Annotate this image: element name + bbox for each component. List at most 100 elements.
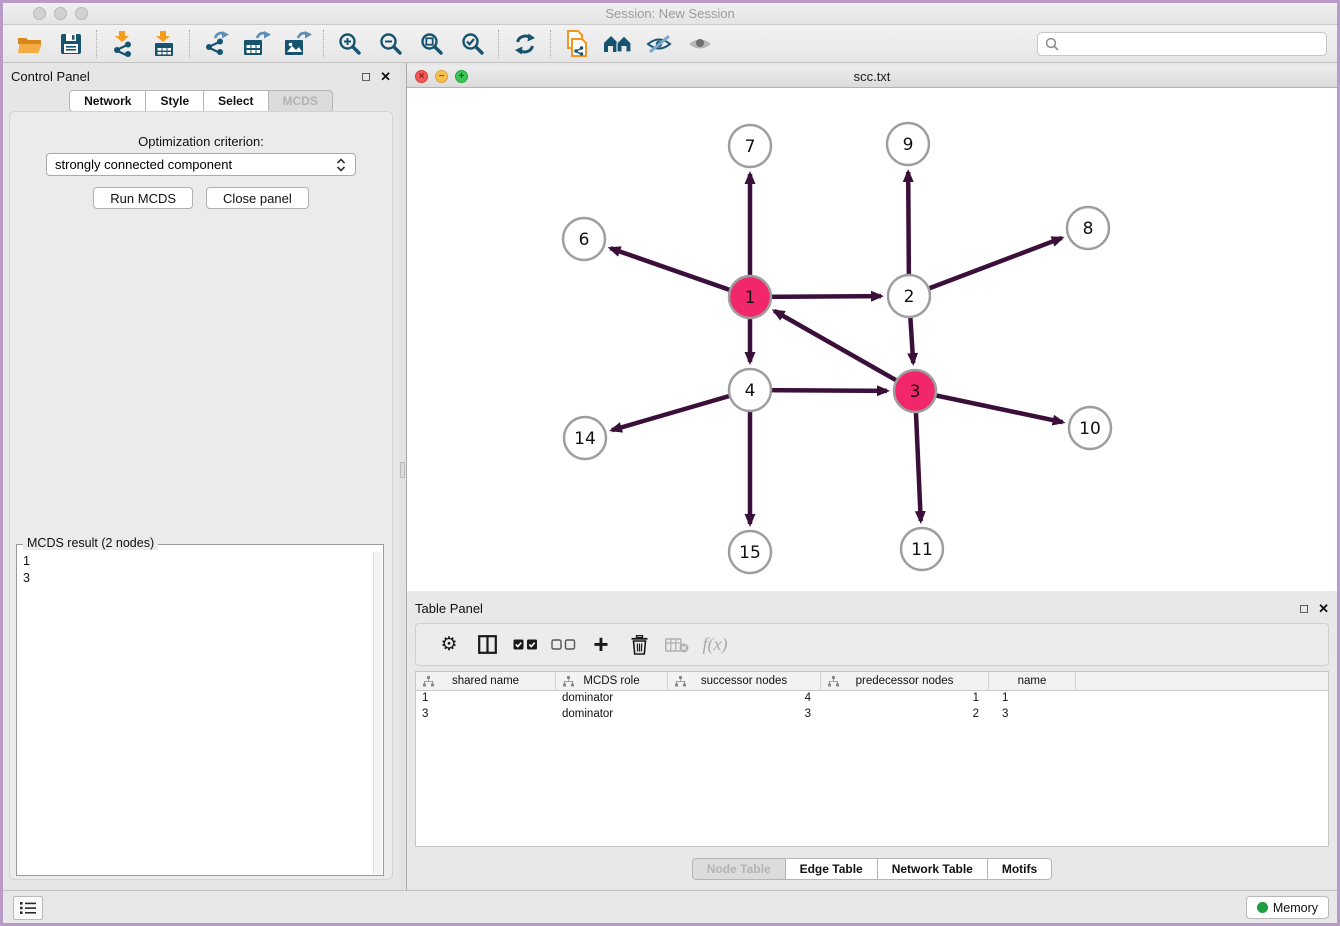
- export-image-button[interactable]: [277, 28, 318, 60]
- svg-text:7: 7: [745, 137, 756, 157]
- table-settings-button[interactable]: ⚙: [430, 633, 468, 656]
- float-table-panel-icon[interactable]: ◻: [1299, 602, 1309, 614]
- cell-mcds-role[interactable]: dominator: [556, 707, 668, 723]
- mcds-result-text[interactable]: 1 3: [19, 551, 371, 873]
- task-history-button[interactable]: [13, 896, 43, 920]
- zoom-in-button[interactable]: [329, 28, 370, 60]
- close-network-button[interactable]: ×: [415, 70, 428, 83]
- search-field[interactable]: [1037, 32, 1327, 56]
- column-header-mcds-role[interactable]: MCDS role: [556, 672, 668, 690]
- tab-style[interactable]: Style: [146, 90, 204, 112]
- graph-node-10[interactable]: 10: [1069, 407, 1111, 449]
- first-neighbors-button[interactable]: [597, 28, 638, 60]
- graph-node-4[interactable]: 4: [729, 369, 771, 411]
- tab-motifs[interactable]: Motifs: [988, 858, 1052, 880]
- tab-select[interactable]: Select: [204, 90, 268, 112]
- graph-node-3[interactable]: 3: [894, 370, 936, 412]
- network-canvas[interactable]: 7 9 6 8 1 2 4 3 14 10 15 11: [407, 88, 1337, 591]
- close-table-panel-icon[interactable]: ✕: [1318, 602, 1329, 615]
- criterion-dropdown[interactable]: strongly connected component: [46, 153, 356, 176]
- cell-predecessor-nodes[interactable]: 2: [821, 707, 989, 723]
- cell-name[interactable]: 1: [989, 691, 1076, 707]
- titlebar: Session: New Session: [3, 3, 1337, 25]
- close-panel-icon[interactable]: ✕: [380, 70, 391, 83]
- edge-2-8[interactable]: [909, 238, 1062, 296]
- run-mcds-button[interactable]: Run MCDS: [93, 187, 193, 209]
- zoom-selected-button[interactable]: [452, 28, 493, 60]
- memory-label: Memory: [1273, 901, 1318, 915]
- table-toolbar: ⚙ +: [415, 623, 1329, 666]
- save-session-button[interactable]: [50, 28, 91, 60]
- column-header-predecessor-nodes[interactable]: predecessor nodes: [821, 672, 989, 690]
- tab-network[interactable]: Network: [69, 90, 146, 112]
- column-label: name: [1018, 675, 1047, 687]
- splitter-grip[interactable]: [400, 462, 405, 478]
- cell-successor-nodes[interactable]: 4: [668, 691, 821, 707]
- cell-successor-nodes[interactable]: 3: [668, 707, 821, 723]
- clone-network-icon: [565, 30, 589, 58]
- edge-3-10[interactable]: [915, 391, 1063, 422]
- maximize-window-button[interactable]: [75, 7, 88, 20]
- float-panel-icon[interactable]: ◻: [361, 70, 371, 82]
- column-header-name[interactable]: name: [989, 672, 1076, 690]
- export-table-button[interactable]: [236, 28, 277, 60]
- graph-node-11[interactable]: 11: [901, 528, 943, 570]
- cell-shared-name[interactable]: 1: [416, 691, 556, 707]
- delete-column-button[interactable]: [620, 635, 658, 655]
- add-column-button[interactable]: +: [582, 629, 620, 660]
- tab-node-table[interactable]: Node Table: [692, 858, 786, 880]
- graph-node-1[interactable]: 1: [729, 276, 771, 318]
- show-columns-button[interactable]: [468, 635, 506, 654]
- memory-status-icon: [1257, 902, 1268, 913]
- column-header-shared-name[interactable]: shared name: [416, 672, 556, 690]
- minimize-network-button[interactable]: −: [435, 70, 448, 83]
- memory-button[interactable]: Memory: [1246, 896, 1329, 919]
- window-title: Session: New Session: [605, 6, 734, 21]
- tab-mcds[interactable]: MCDS: [269, 90, 333, 112]
- svg-text:4: 4: [745, 381, 756, 401]
- select-all-button[interactable]: [506, 639, 544, 650]
- graph-node-8[interactable]: 8: [1067, 207, 1109, 249]
- network-graph[interactable]: 7 9 6 8 1 2 4 3 14 10 15 11: [407, 88, 1337, 591]
- column-header-successor-nodes[interactable]: successor nodes: [668, 672, 821, 690]
- open-file-button[interactable]: [9, 28, 50, 60]
- graph-node-7[interactable]: 7: [729, 125, 771, 167]
- result-scrollbar[interactable]: [373, 552, 382, 874]
- svg-text:10: 10: [1079, 419, 1101, 439]
- toolbar-separator: [189, 30, 190, 58]
- search-input[interactable]: [1064, 34, 1326, 54]
- tab-network-table[interactable]: Network Table: [878, 858, 988, 880]
- import-table-button[interactable]: [143, 28, 184, 60]
- graph-node-9[interactable]: 9: [887, 123, 929, 165]
- close-window-button[interactable]: [33, 7, 46, 20]
- cell-mcds-role[interactable]: dominator: [556, 691, 668, 707]
- deselect-all-button[interactable]: [544, 639, 582, 650]
- maximize-network-button[interactable]: +: [455, 70, 468, 83]
- tree-icon: [423, 676, 434, 690]
- table-row-1[interactable]: 3dominator323: [416, 707, 1328, 723]
- close-panel-button[interactable]: Close panel: [206, 187, 309, 209]
- tab-edge-table[interactable]: Edge Table: [786, 858, 878, 880]
- minimize-window-button[interactable]: [54, 7, 67, 20]
- cell-shared-name[interactable]: 3: [416, 707, 556, 723]
- panel-splitter[interactable]: [399, 63, 407, 890]
- clone-network-button[interactable]: [556, 28, 597, 60]
- graph-node-14[interactable]: 14: [564, 417, 606, 459]
- table-row-0[interactable]: 1dominator411: [416, 691, 1328, 707]
- toolbar-separator: [323, 30, 324, 58]
- cell-predecessor-nodes[interactable]: 1: [821, 691, 989, 707]
- edge-3-1[interactable]: [774, 311, 915, 391]
- import-network-button[interactable]: [102, 28, 143, 60]
- cell-name[interactable]: 3: [989, 707, 1076, 723]
- svg-text:2: 2: [904, 287, 915, 307]
- refresh-button[interactable]: [504, 28, 545, 60]
- graph-node-15[interactable]: 15: [729, 531, 771, 573]
- export-network-button[interactable]: [195, 28, 236, 60]
- graph-node-2[interactable]: 2: [888, 275, 930, 317]
- zoom-out-button[interactable]: [370, 28, 411, 60]
- hide-selected-button[interactable]: [638, 28, 679, 60]
- show-all-button[interactable]: [679, 28, 720, 60]
- network-window-titlebar[interactable]: × − + scc.txt: [407, 66, 1337, 88]
- graph-node-6[interactable]: 6: [563, 218, 605, 260]
- zoom-fit-button[interactable]: [411, 28, 452, 60]
